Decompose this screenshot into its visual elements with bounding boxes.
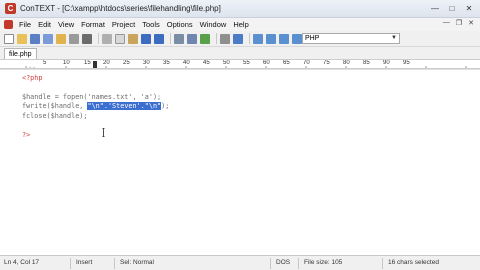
language-select[interactable]: PHP ▼ [302,33,400,44]
paste-icon[interactable] [128,33,138,44]
menu-file[interactable]: File [19,20,31,29]
app-icon: C [5,3,16,14]
run-3-icon[interactable] [279,33,289,44]
ruler-label: 20 [103,60,110,66]
ruler-label: 40 [183,60,190,66]
ruler-label: 25 [123,60,130,66]
document-icon[interactable] [4,20,13,29]
code-line-3-suffix: ); [161,102,170,110]
close-button[interactable]: ✕ [464,3,474,13]
status-insert-mode: Insert [76,259,93,266]
menu-project[interactable]: Project [112,20,135,29]
code-line-1: <?php [22,74,43,82]
cut-icon[interactable] [102,33,112,44]
code-line-5: ?> [22,131,31,139]
status-separator [270,258,271,269]
ruler-label: 70 [303,60,310,66]
language-select-value: PHP [305,35,320,42]
run-2-icon[interactable] [266,33,276,44]
replace-icon[interactable] [200,33,210,44]
ruler-label: 35 [163,60,170,66]
menu-window[interactable]: Window [200,20,227,29]
ruler-label: 65 [283,60,290,66]
window-title: ConTEXT - [C:\xampp\htdocs\series\fileha… [20,4,221,13]
status-selection-mode: Sel: Normal [120,259,154,266]
toolbar-separator [216,33,217,44]
save-all-icon[interactable] [43,33,53,44]
menu-format[interactable]: Format [81,20,105,29]
text-cursor-icon [102,128,105,137]
copy-icon[interactable] [115,33,125,44]
open-file-icon[interactable] [17,33,27,44]
doc-restore-button[interactable]: ❐ [456,19,462,27]
ruler-label: 50 [223,60,230,66]
ruler-label: 95 [403,60,410,66]
doc-close-button[interactable]: ✕ [468,19,474,27]
toolbar-separator [249,33,250,44]
title-bar: C ConTEXT - [C:\xampp\htdocs\series\file… [0,0,480,18]
close-file-icon[interactable] [69,33,79,44]
ruler-label: 45 [203,60,210,66]
find-icon[interactable] [174,33,184,44]
ruler-label: 15 [84,60,91,66]
run-4-icon[interactable] [292,33,302,44]
menu-options[interactable]: Options [167,20,193,29]
open-folder-icon[interactable] [56,33,66,44]
column-ruler: 5 10 15 20 25 30 35 40 45 50 55 60 65 70… [0,59,480,69]
ruler-label: 90 [383,60,390,66]
redo-icon[interactable] [154,33,164,44]
toolbar-separator [170,33,171,44]
ruler-label: 55 [243,60,250,66]
toolbar: PHP ▼ [0,31,480,47]
code-line-3: fwrite($handle, "\n".'Steven'."\n"); [22,102,169,110]
ruler-label: 5 [43,60,47,66]
selected-text: "\n".'Steven'."\n" [87,102,162,110]
status-position: Ln 4, Col 17 [4,259,40,266]
settings-icon[interactable] [220,33,230,44]
save-icon[interactable] [30,33,40,44]
status-separator [114,258,115,269]
toolbar-separator [98,33,99,44]
code-editor[interactable]: <?php $handle = fopen('names.txt', 'a');… [0,69,480,256]
maximize-button[interactable]: □ [447,3,457,13]
menu-help[interactable]: Help [233,20,248,29]
print-icon[interactable] [82,33,92,44]
status-separator [70,258,71,269]
chevron-down-icon: ▼ [391,35,397,41]
doc-minimize-button[interactable]: — [443,19,450,27]
menu-edit[interactable]: Edit [38,20,51,29]
status-bar: Ln 4, Col 17 Insert Sel: Normal DOS File… [0,255,480,270]
new-file-icon[interactable] [4,33,14,44]
ruler-cursor-marker [93,61,97,68]
ruler-label: 85 [363,60,370,66]
editor-gutter [0,70,18,256]
ruler-label: 30 [143,60,150,66]
code-line-2: $handle = fopen('names.txt', 'a'); [22,93,162,101]
minimize-button[interactable]: — [430,3,440,13]
status-line-ending: DOS [276,259,291,266]
ruler-label: 75 [323,60,330,66]
status-separator [382,258,383,269]
undo-icon[interactable] [141,33,151,44]
status-separator [298,258,299,269]
run-1-icon[interactable] [253,33,263,44]
ruler-label: 60 [263,60,270,66]
code-line-4: fclose($handle); [22,112,88,120]
ruler-label: 10 [63,60,70,66]
ruler-label: 80 [343,60,350,66]
tab-bar: file.php [0,47,480,59]
tool-icon[interactable] [233,33,243,44]
code-line-3-prefix: fwrite($handle, [22,102,88,110]
status-file-size: File size: 105 [304,259,343,266]
menu-tools[interactable]: Tools [142,20,160,29]
tab-file-php[interactable]: file.php [4,48,37,59]
status-selected-count: 16 chars selected [388,259,439,266]
menu-view[interactable]: View [58,20,74,29]
find-next-icon[interactable] [187,33,197,44]
menu-bar: File Edit View Format Project Tools Opti… [0,18,480,31]
